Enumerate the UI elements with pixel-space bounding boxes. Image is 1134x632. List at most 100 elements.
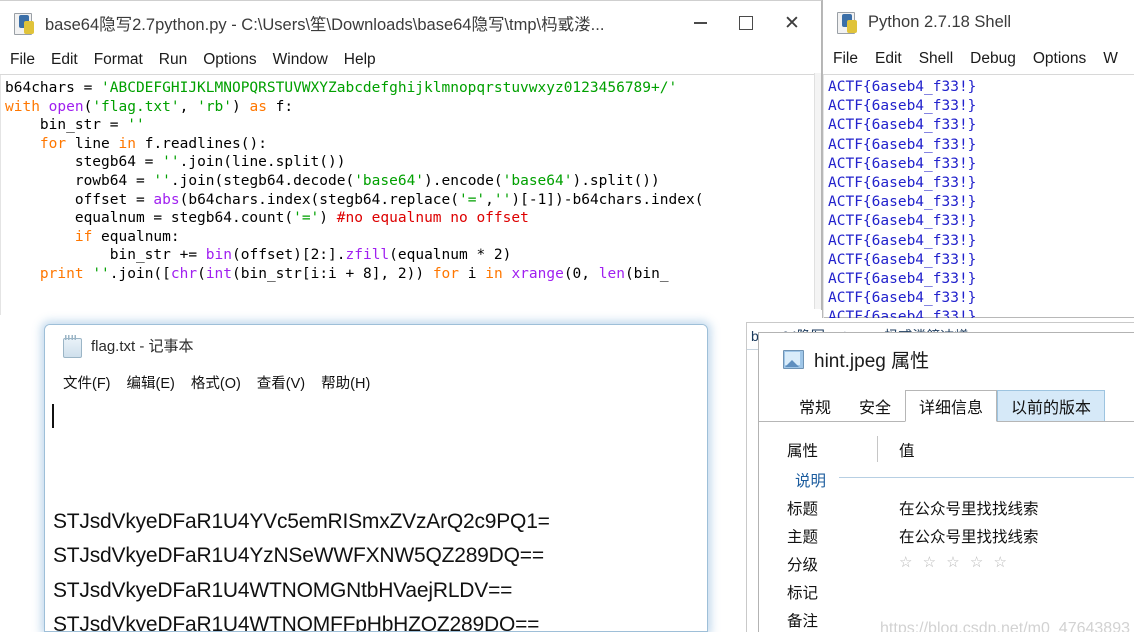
python-shell-icon (837, 11, 859, 34)
properties-tab[interactable]: 安全 (845, 390, 905, 421)
shell-output-line: ACTF{6aseb4_f33!} (828, 117, 977, 134)
code-line: bin_str += bin(offset)[2:].zfill(equalnu… (5, 247, 512, 264)
menu-item-window[interactable]: Window (273, 51, 328, 69)
menu-item-run[interactable]: Run (159, 51, 187, 69)
code-line: offset = abs(b64chars.index(stegb64.repl… (5, 191, 704, 208)
editor-menubar[interactable]: File Edit Format Run Options Window Help (0, 46, 821, 75)
shell-output-line: ACTF{6aseb4_f33!} (828, 271, 977, 288)
shell-output-line: ACTF{6aseb4_f33!} (828, 290, 977, 307)
properties-header-row: 属性 值 (787, 436, 1113, 464)
shell-output-line: ACTF{6aseb4_f33!} (828, 98, 977, 115)
notepad-line: STJsdVkyeDFaR1U4WTNOMFFpHbHZQZ289DQ== (53, 613, 540, 632)
notepad-menu-file[interactable]: 文件(F) (63, 372, 111, 393)
file-properties-dialog[interactable]: hint.jpeg 属性 常规 安全 详细信息 以前的版本 属性值说明 标题 在公众号里找… (758, 332, 1134, 632)
notepad-line: STJsdVkyeDFaR1U4WTNOMGNtbHVaejRLDV== (53, 578, 513, 602)
code-line: bin_str = '' (5, 117, 145, 134)
properties-tabstrip[interactable]: 常规 安全 详细信息 以前的版本 (759, 385, 1134, 422)
notepad-menubar[interactable]: 文件(F) 编辑(E) 格式(O) 查看(V) 帮助(H) (45, 365, 707, 399)
properties-row-key: 标记 (787, 585, 819, 602)
maximize-button[interactable] (723, 1, 769, 45)
properties-details-panel: 属性值说明 标题 在公众号里找找线索 主题 在公众号里找找线索 分级 ☆ ☆ ☆ ☆ ☆ 标记… (759, 422, 1134, 632)
shell-output-line: ACTF{6aseb4_f33!} (828, 213, 977, 230)
python-file-icon (14, 12, 36, 35)
properties-row-key: 分级 (787, 557, 819, 574)
notepad-line: STJsdVkyeDFaR1U4YVc5emRISmxZVzArQ2c9PQ1= (53, 509, 550, 533)
editor-scrollbar[interactable] (814, 73, 821, 309)
code-line: for line in f.readlines(): (39, 135, 267, 152)
menu-item-edit[interactable]: Edit (51, 51, 78, 69)
editor-titlebar[interactable]: base64隐写2.7python.py - C:\Users\笙\Downlo… (0, 1, 821, 46)
watermark-text: https://blog.csdn.net/m0_47643893 (880, 620, 1130, 632)
menu-item-file[interactable]: File (10, 51, 35, 69)
shell-menu-shell[interactable]: Shell (919, 50, 953, 68)
shell-output-line: ACTF{6aseb4_f33!} (828, 136, 977, 153)
notepad-text-area[interactable]: STJsdVkyeDFaR1U4YVc5emRISmxZVzArQ2c9PQ1=… (45, 399, 707, 632)
shell-menu-window[interactable]: W (1103, 50, 1118, 68)
code-line: rowb64 = ''.join(stegb64.decode('base64'… (5, 172, 660, 189)
editor-title: base64隐写2.7python.py - C:\Users\笙\Downlo… (45, 16, 605, 34)
notepad-menu-view[interactable]: 查看(V) (257, 372, 305, 393)
shell-menu-file[interactable]: File (833, 50, 858, 68)
menu-item-help[interactable]: Help (344, 51, 376, 69)
column-divider (877, 436, 878, 462)
code-line: stegb64 = ''.join(line.split()) (5, 154, 346, 171)
properties-title: hint.jpeg 属性 (814, 350, 930, 372)
properties-tab[interactable]: 常规 (785, 390, 845, 421)
shell-menu-options[interactable]: Options (1033, 50, 1086, 68)
shell-output-line: ACTF{6aseb4_f33!} (828, 79, 977, 95)
properties-row[interactable]: 分级 ☆ ☆ ☆ ☆ ☆ (787, 550, 1113, 578)
properties-row-value[interactable]: 在公众号里找找线索 (883, 522, 1113, 550)
menu-item-format[interactable]: Format (94, 51, 143, 69)
python-shell-window[interactable]: Python 2.7.18 Shell File Edit Shell Debu… (822, 0, 1134, 318)
notepad-menu-edit[interactable]: 编辑(E) (127, 372, 175, 393)
image-file-icon (783, 349, 804, 369)
properties-row-value[interactable] (883, 578, 1113, 606)
properties-row-key: 标题 (787, 501, 819, 518)
editor-window-buttons: ✕ (677, 1, 815, 45)
shell-output-line: ACTF{6aseb4_f33!} (828, 175, 977, 192)
close-button[interactable]: ✕ (769, 1, 815, 45)
properties-row[interactable]: 标题 在公众号里找找线索 (787, 494, 1113, 522)
shell-output-line: ACTF{6aseb4_f33!} (828, 155, 977, 172)
properties-tab[interactable]: 以前的版本 (997, 390, 1106, 421)
shell-title: Python 2.7.18 Shell (868, 12, 1012, 31)
column-header-key: 属性 (787, 443, 819, 460)
column-header-value: 值 (899, 443, 915, 460)
code-editor-area[interactable]: b64chars = 'ABCDEFGHIJKLMNOPQRSTUVWXYZab… (0, 75, 821, 315)
properties-titlebar[interactable]: hint.jpeg 属性 (759, 333, 1134, 385)
menu-item-options[interactable]: Options (203, 51, 256, 69)
code-line: if equalnum: (74, 228, 180, 245)
properties-row[interactable]: 标记 (787, 578, 1113, 606)
code-line: b64chars = 'ABCDEFGHIJKLMNOPQRSTUVWXYZab… (5, 80, 678, 96)
shell-output-area[interactable]: ACTF{6aseb4_f33!} ACTF{6aseb4_f33!} ACTF{6… (823, 75, 1134, 318)
shell-menu-debug[interactable]: Debug (970, 50, 1016, 68)
shell-menubar[interactable]: File Edit Shell Debug Options W (823, 44, 1134, 75)
notepad-window[interactable]: flag.txt - 记事本 文件(F) 编辑(E) 格式(O) 查看(V) 帮… (44, 324, 708, 632)
properties-group-label: 说明 (787, 464, 1134, 494)
notepad-icon (63, 334, 82, 358)
shell-titlebar[interactable]: Python 2.7.18 Shell (823, 0, 1134, 44)
text-caret (52, 404, 54, 428)
code-line: print ''.join([chr(int(bin_str[i:i + 8],… (39, 265, 669, 282)
notepad-menu-format[interactable]: 格式(O) (191, 372, 241, 393)
notepad-line: STJsdVkyeDFaR1U4YzNSeWWFXNW5QZ289DQ== (53, 544, 544, 567)
notepad-menu-help[interactable]: 帮助(H) (321, 372, 370, 393)
code-line: with open('flag.txt', 'rb') as f: (5, 98, 294, 115)
properties-row[interactable]: 主题 在公众号里找找线索 (787, 522, 1113, 550)
notepad-titlebar[interactable]: flag.txt - 记事本 (45, 325, 707, 365)
properties-table: 属性值说明 标题 在公众号里找找线索 主题 在公众号里找找线索 分级 ☆ ☆ ☆ ☆ ☆ 标记… (787, 436, 1134, 632)
properties-row-value[interactable]: ☆ ☆ ☆ ☆ ☆ (883, 550, 1113, 578)
properties-group-row: 说明 (787, 464, 1134, 494)
code-line: equalnum = stegb64.count('=') #no equaln… (5, 210, 529, 227)
notepad-title: flag.txt - 记事本 (91, 337, 194, 355)
shell-menu-edit[interactable]: Edit (875, 50, 902, 68)
shell-output-line: ACTF{6aseb4_f33!} (828, 309, 977, 318)
properties-row-key: 主题 (787, 529, 819, 546)
properties-row-value[interactable]: 在公众号里找找线索 (883, 494, 1113, 522)
properties-tab[interactable]: 详细信息 (905, 390, 998, 422)
shell-output-line: ACTF{6aseb4_f33!} (828, 251, 977, 268)
shell-output-line: ACTF{6aseb4_f33!} (828, 194, 977, 211)
idle-editor-window[interactable]: base64隐写2.7python.py - C:\Users\笙\Downlo… (0, 0, 822, 315)
group-divider (839, 477, 1134, 478)
minimize-button[interactable] (677, 1, 723, 45)
